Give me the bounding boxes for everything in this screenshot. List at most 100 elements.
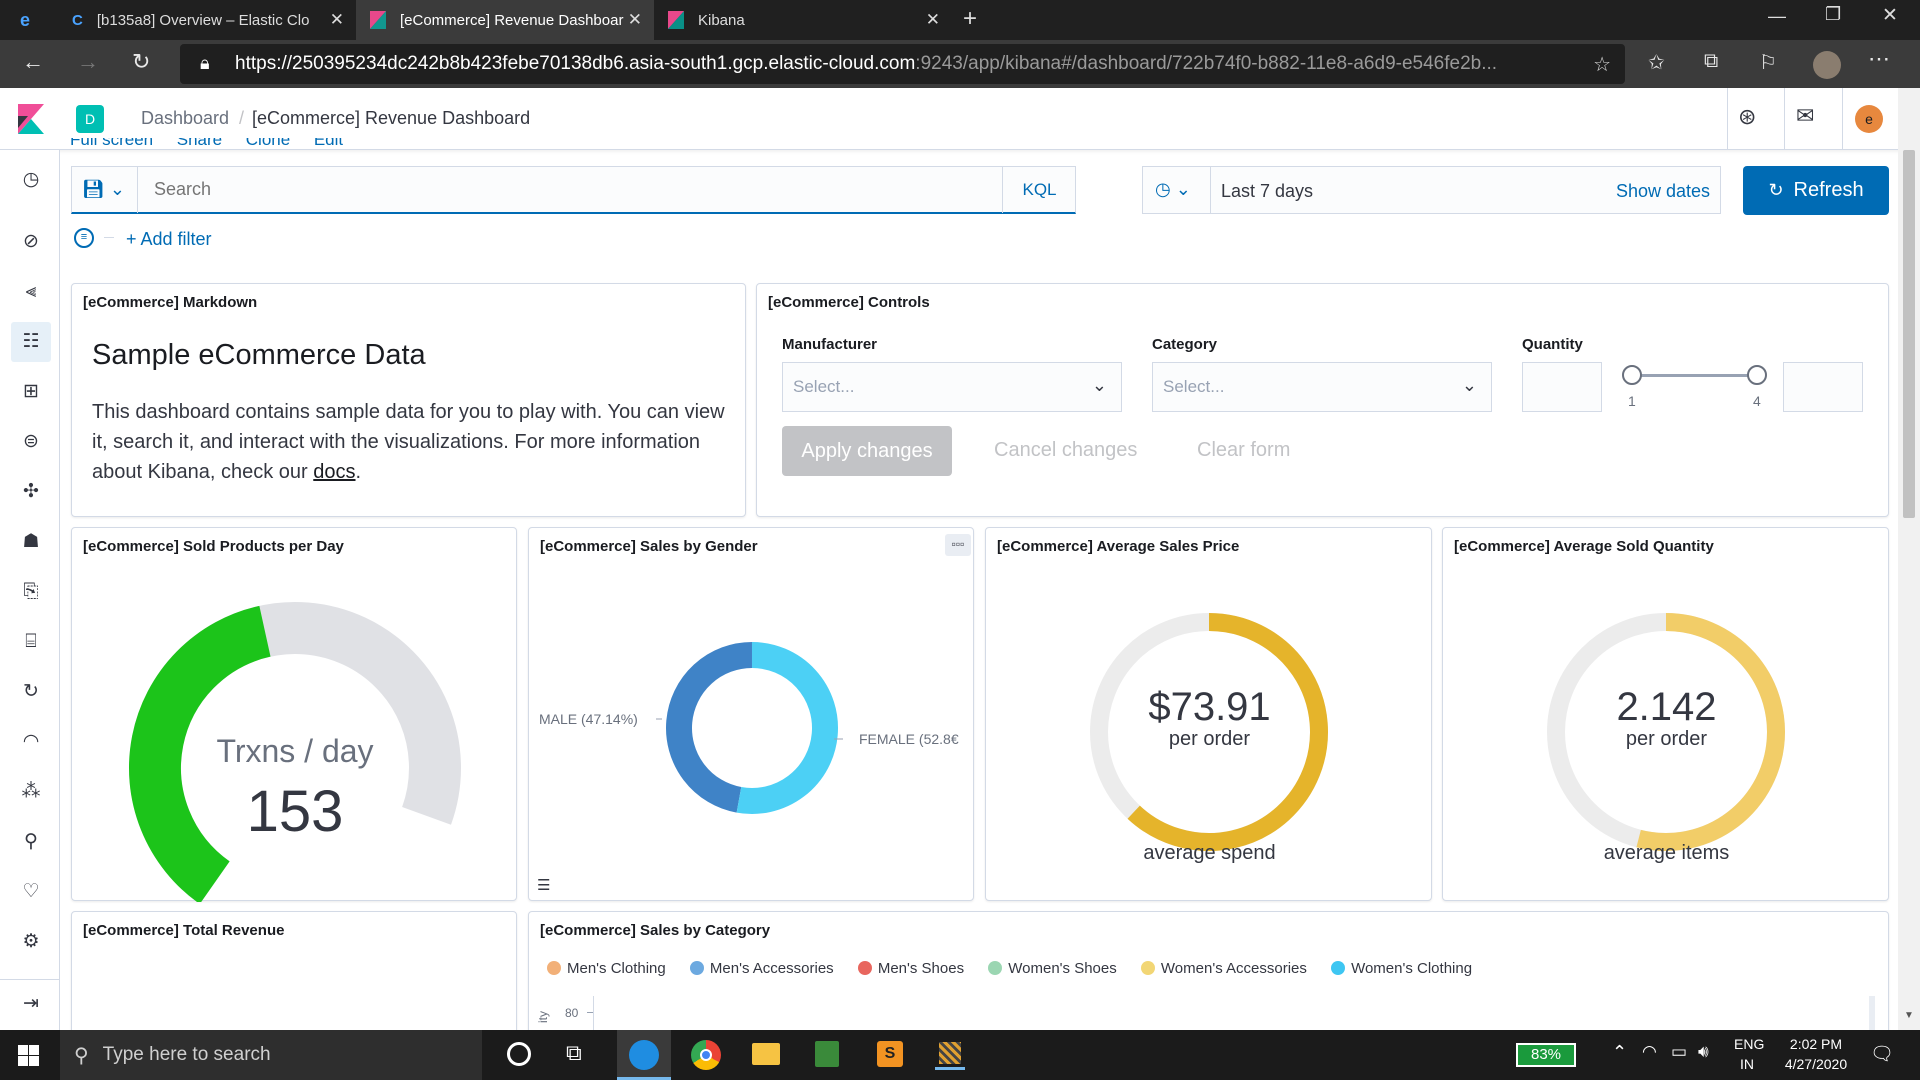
feedback-icon[interactable]: ⚐ bbox=[1759, 50, 1777, 75]
pie-slice-female[interactable] bbox=[736, 642, 838, 814]
user-avatar[interactable]: e bbox=[1855, 105, 1883, 133]
clone-link[interactable]: Clone bbox=[246, 138, 290, 149]
gauge-chart bbox=[129, 602, 461, 902]
kql-toggle[interactable]: KQL bbox=[1002, 167, 1076, 213]
cortana-icon[interactable] bbox=[507, 1042, 531, 1066]
scrollbar-thumb[interactable] bbox=[1903, 150, 1915, 518]
legend-toggle-icon[interactable]: ☰ bbox=[537, 876, 550, 894]
kibana-logo-icon[interactable] bbox=[18, 104, 44, 134]
file-explorer-icon[interactable] bbox=[752, 1043, 780, 1065]
collections-icon[interactable]: ⧉ bbox=[1704, 50, 1718, 73]
quantity-max-input[interactable] bbox=[1783, 362, 1863, 412]
search-input[interactable] bbox=[138, 167, 995, 212]
canvas-icon[interactable]: ⊞ bbox=[19, 380, 43, 404]
refresh-button[interactable]: ↻ Refresh bbox=[1743, 166, 1889, 215]
volume-icon[interactable]: 🔊︎ bbox=[1698, 1042, 1709, 1062]
discover-compass-icon[interactable]: ⊘ bbox=[19, 230, 43, 254]
collapse-nav-icon[interactable]: ⇥ bbox=[19, 992, 43, 1016]
add-filter-link[interactable]: + Add filter bbox=[126, 229, 212, 250]
avg-sold-quantity-panel: [eCommerce] Average Sold Quantity 2.142 … bbox=[1442, 527, 1889, 901]
back-icon[interactable]: ← bbox=[22, 49, 44, 75]
windows-start-icon[interactable] bbox=[18, 1045, 39, 1066]
profile-avatar[interactable] bbox=[1813, 51, 1841, 79]
uptime-icon[interactable]: ↻ bbox=[19, 680, 43, 704]
excel-icon[interactable] bbox=[815, 1041, 839, 1067]
clock-time[interactable]: 2:02 PM bbox=[1786, 1036, 1846, 1052]
reload-icon[interactable]: ↻ bbox=[132, 49, 150, 75]
more-menu-icon[interactable]: ⋯ bbox=[1868, 46, 1890, 72]
panel-title: [eCommerce] Markdown bbox=[83, 294, 258, 311]
favorites-icon[interactable]: ✩ bbox=[1648, 50, 1665, 75]
close-tab-icon[interactable]: ✕ bbox=[628, 10, 642, 30]
quantity-slider-max-handle[interactable] bbox=[1747, 365, 1767, 385]
app-icon[interactable] bbox=[935, 1040, 965, 1070]
saved-query-menu[interactable]: 💾︎ ⌄ bbox=[72, 167, 138, 213]
logs-icon[interactable]: ⎘ bbox=[19, 580, 43, 604]
ml-icon[interactable]: ✣ bbox=[19, 480, 43, 504]
time-range-label[interactable]: Last 7 days bbox=[1221, 181, 1313, 202]
tab-overview[interactable]: C [b135a8] Overview – Elastic Clo ✕ bbox=[58, 0, 356, 40]
show-dates-link[interactable]: Show dates bbox=[1616, 181, 1710, 202]
scroll-down-icon[interactable]: ▼ bbox=[1904, 1010, 1914, 1021]
show-hidden-icons[interactable]: ⌃ bbox=[1612, 1042, 1627, 1063]
infrastructure-icon[interactable]: ☗ bbox=[19, 530, 43, 554]
cancel-changes-button[interactable]: Cancel changes bbox=[994, 439, 1137, 462]
new-tab-icon[interactable]: + bbox=[963, 5, 977, 33]
forward-icon[interactable]: → bbox=[77, 49, 99, 75]
notifications-icon[interactable]: 🗨︎ bbox=[1870, 1042, 1894, 1066]
quantity-min-input[interactable] bbox=[1522, 362, 1602, 412]
header-divider bbox=[1727, 88, 1728, 150]
space-badge[interactable]: D bbox=[76, 105, 104, 133]
management-gear-icon[interactable]: ⚙ bbox=[19, 930, 43, 954]
controls-panel: [eCommerce] Controls Manufacturer Select… bbox=[756, 283, 1889, 517]
quick-menu-button[interactable]: ◷ ⌄ bbox=[1143, 167, 1211, 213]
breadcrumb-root[interactable]: Dashboard bbox=[141, 108, 229, 129]
fullscreen-link[interactable]: Full screen bbox=[70, 138, 153, 149]
chevron-down-icon: ⌄ bbox=[1091, 375, 1107, 395]
battery-indicator[interactable]: 83% bbox=[1516, 1043, 1576, 1067]
manufacturer-select[interactable]: Select... ⌄ bbox=[782, 362, 1122, 412]
graph-icon[interactable]: ⁂ bbox=[19, 780, 43, 804]
close-tab-icon[interactable]: ✕ bbox=[926, 10, 940, 30]
tab-actions[interactable]: e bbox=[0, 0, 58, 40]
clock-date: 4/27/2020 bbox=[1784, 1056, 1848, 1072]
siem-icon[interactable]: ◠ bbox=[19, 730, 43, 754]
wifi-icon[interactable]: ◠ bbox=[1642, 1042, 1657, 1062]
visualize-icon[interactable]: ⫷ bbox=[19, 280, 43, 304]
apm-icon[interactable]: ⌸ bbox=[19, 630, 43, 654]
pie-slice-male[interactable] bbox=[666, 642, 753, 813]
maps-icon[interactable]: ⊜ bbox=[19, 430, 43, 454]
taskbar-edge[interactable] bbox=[617, 1030, 671, 1080]
docs-link[interactable]: docs bbox=[313, 461, 355, 483]
url-field[interactable]: 🔒︎ https://250395234dc242b8b423febe70138… bbox=[180, 44, 1625, 84]
tab-revenue-dashboard[interactable]: [eCommerce] Revenue Dashboar ✕ bbox=[356, 0, 654, 40]
newsfeed-mail-icon[interactable]: ✉ bbox=[1796, 103, 1814, 129]
close-window-icon[interactable]: ✕ bbox=[1882, 4, 1898, 27]
category-select[interactable]: Select... ⌄ bbox=[1152, 362, 1492, 412]
help-icon[interactable]: ⊛ bbox=[1738, 104, 1756, 130]
apply-changes-button[interactable]: Apply changes bbox=[782, 426, 952, 476]
recent-clock-icon[interactable]: ◷ bbox=[19, 168, 43, 192]
page-scrollbar[interactable]: ▼ bbox=[1898, 88, 1920, 1030]
edit-link[interactable]: Edit bbox=[314, 138, 343, 149]
monitoring-icon[interactable]: ♡ bbox=[19, 880, 43, 904]
tab-kibana[interactable]: Kibana ✕ bbox=[654, 0, 952, 40]
share-link[interactable]: Share bbox=[177, 138, 222, 149]
dev-tools-icon[interactable]: ⚲ bbox=[19, 830, 43, 854]
language-code[interactable]: ENG bbox=[1734, 1036, 1764, 1052]
quantity-slider-min-handle[interactable] bbox=[1622, 365, 1642, 385]
clear-form-button[interactable]: Clear form bbox=[1197, 439, 1290, 462]
maximize-icon[interactable]: ❐ bbox=[1825, 4, 1841, 25]
taskbar-search[interactable]: ⚲ Type here to search bbox=[60, 1030, 482, 1080]
chevron-down-icon: ⌄ bbox=[1175, 179, 1191, 199]
favorite-star-icon[interactable]: ☆ bbox=[1593, 52, 1611, 77]
filter-menu-icon[interactable]: ≡ bbox=[74, 228, 94, 248]
dashboard-icon[interactable]: ☷ bbox=[11, 322, 51, 362]
task-view-icon[interactable]: ⧉ bbox=[566, 1040, 582, 1066]
battery-icon[interactable]: ▭ bbox=[1671, 1042, 1687, 1062]
chrome-icon[interactable] bbox=[691, 1040, 721, 1070]
close-tab-icon[interactable]: ✕ bbox=[330, 10, 344, 30]
quantity-slider-track[interactable] bbox=[1633, 374, 1759, 377]
sublime-icon[interactable]: S bbox=[877, 1041, 903, 1067]
minimize-icon[interactable]: — bbox=[1768, 6, 1786, 27]
